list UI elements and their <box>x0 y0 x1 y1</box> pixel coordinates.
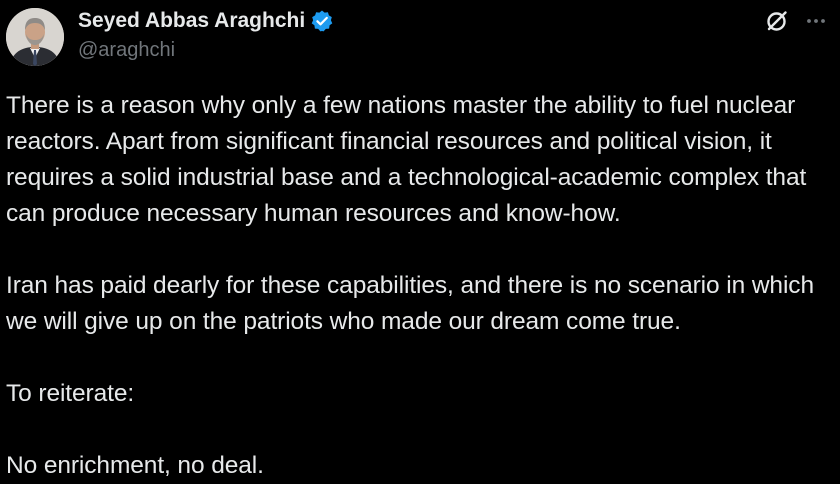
author-name-row: Seyed Abbas Araghchi <box>78 7 334 35</box>
verified-badge-icon[interactable] <box>310 9 334 33</box>
tweet-card: Seyed Abbas Araghchi @araghchi There is … <box>0 0 840 479</box>
more-options-icon[interactable] <box>804 9 828 33</box>
grok-icon[interactable] <box>764 8 790 34</box>
tweet-actions <box>764 8 828 34</box>
author-handle[interactable]: @araghchi <box>78 39 175 62</box>
tweet-paragraph-1: There is a reason why only a few nations… <box>6 92 807 227</box>
tweet-paragraph-3: To reiterate: <box>6 380 135 407</box>
author-display-name[interactable]: Seyed Abbas Araghchi <box>78 9 305 33</box>
tweet-paragraph-2: Iran has paid dearly for these capabilit… <box>6 272 814 335</box>
avatar[interactable] <box>6 8 64 66</box>
tweet-text: There is a reason why only a few nations… <box>6 88 834 484</box>
tweet-paragraph-4: No enrichment, no deal. <box>6 452 264 479</box>
avatar-portrait <box>6 8 64 66</box>
